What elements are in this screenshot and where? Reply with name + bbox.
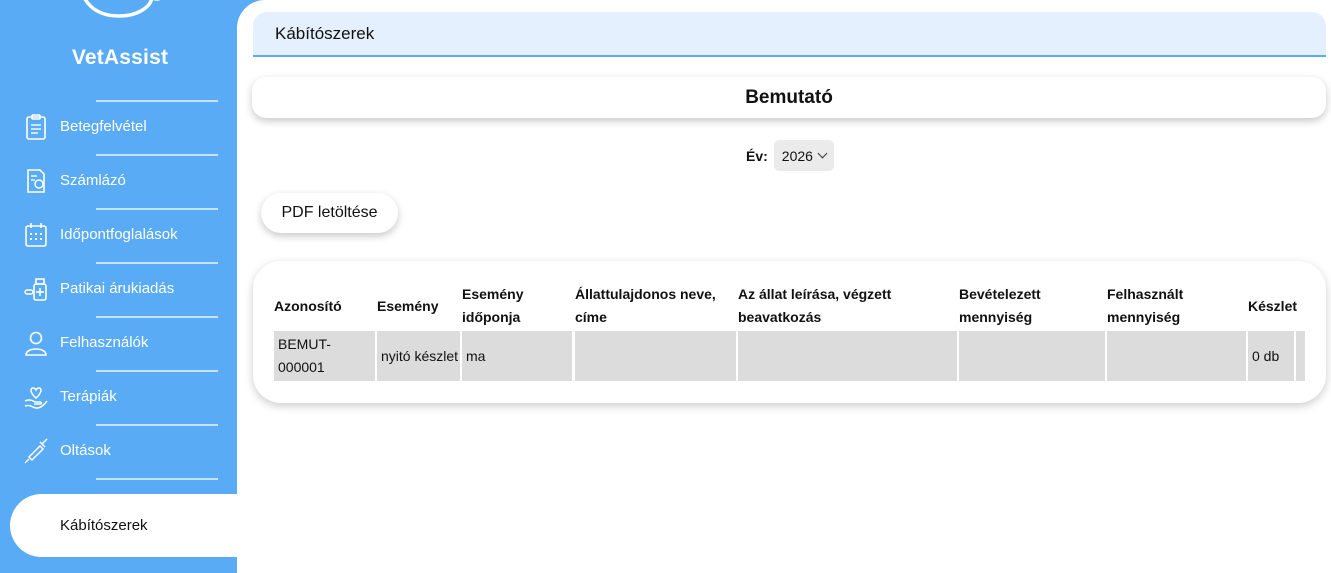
sidebar-item-szamlazo[interactable]: Számlázó <box>0 155 237 207</box>
hand-heart-icon <box>24 387 48 409</box>
year-select[interactable]: 2026 <box>773 140 834 171</box>
sidebar-item-label: Felhasználók <box>60 334 149 351</box>
user-icon <box>25 331 47 356</box>
clipboard-icon <box>26 114 46 140</box>
sidebar-item-label: Időpontfoglalások <box>60 226 178 243</box>
chevron-down-icon <box>817 148 828 159</box>
page-header: Kábítószerek <box>253 12 1326 57</box>
column-header: Állattulajdonos neve, címe <box>575 286 716 325</box>
year-filter: Év: 2026 <box>746 140 834 171</box>
table-cell: BEMUT-000001 <box>274 331 375 381</box>
sidebar-item-terapiak[interactable]: Terápiák <box>0 371 237 423</box>
column-header: Készlet <box>1248 297 1298 314</box>
sidebar-item-label: Számlázó <box>60 172 126 189</box>
table-cell <box>575 331 736 381</box>
sidebar-item-kabitoszerek[interactable]: Kábítószerek <box>10 494 237 557</box>
year-value: 2026 <box>781 147 813 164</box>
year-label: Év: <box>746 147 768 164</box>
table-cell <box>1296 331 1305 381</box>
sidebar-item-idopontfoglalasok[interactable]: Időpontfoglalások <box>0 209 237 261</box>
column-header: Felhasznált mennyiség <box>1107 286 1184 325</box>
table-cell <box>738 331 957 381</box>
column-header: Esemény <box>377 297 439 314</box>
sidebar-item-patikai-arukiadas[interactable]: Patikai árukiadás <box>0 263 237 315</box>
narcotics-table: Azonosító Esemény Esemény időponja Állat… <box>253 261 1326 403</box>
sidebar: VetAssist Betegfelvétel Számlázó Időpont… <box>0 0 237 573</box>
invoice-icon <box>27 169 45 193</box>
syringe-icon <box>24 438 48 464</box>
column-header: Az állat leírása, végzett beavatkozás <box>738 286 892 325</box>
sidebar-item-betegfelvetel[interactable]: Betegfelvétel <box>0 101 237 153</box>
sidebar-item-felhasznalok[interactable]: Felhasználók <box>0 317 237 369</box>
nav-divider <box>96 478 218 480</box>
sidebar-item-label: Patikai árukiadás <box>60 280 175 297</box>
table-cell: nyitó készlet <box>377 331 460 381</box>
pharmacy-icon <box>24 278 47 301</box>
column-header: Azonosító <box>274 297 342 314</box>
sidebar-item-label: Kábítószerek <box>60 517 148 534</box>
sidebar-item-label: Betegfelvétel <box>60 118 147 135</box>
column-header: Esemény időponja <box>462 286 524 325</box>
sidebar-item-label: Terápiák <box>60 388 117 405</box>
brand-name: VetAssist <box>71 46 169 69</box>
column-header: Bevételezett mennyiség <box>959 286 1041 325</box>
table-cell: 0 db <box>1248 331 1294 381</box>
main-content: Kábítószerek Bemutató Év: 2026 PDF letöl… <box>237 0 1331 573</box>
sidebar-item-oltasok[interactable]: Oltások <box>0 425 237 477</box>
calendar-icon <box>25 223 47 247</box>
table-cell: ma <box>462 331 572 381</box>
sidebar-item-label: Oltások <box>60 442 111 459</box>
table-cell <box>1107 331 1246 381</box>
pdf-download-button[interactable]: PDF letöltése <box>261 193 398 233</box>
table-cell <box>959 331 1105 381</box>
company-name: Bemutató <box>252 77 1326 118</box>
page-title: Kábítószerek <box>275 24 375 43</box>
stethoscope-logo-icon <box>83 0 161 18</box>
